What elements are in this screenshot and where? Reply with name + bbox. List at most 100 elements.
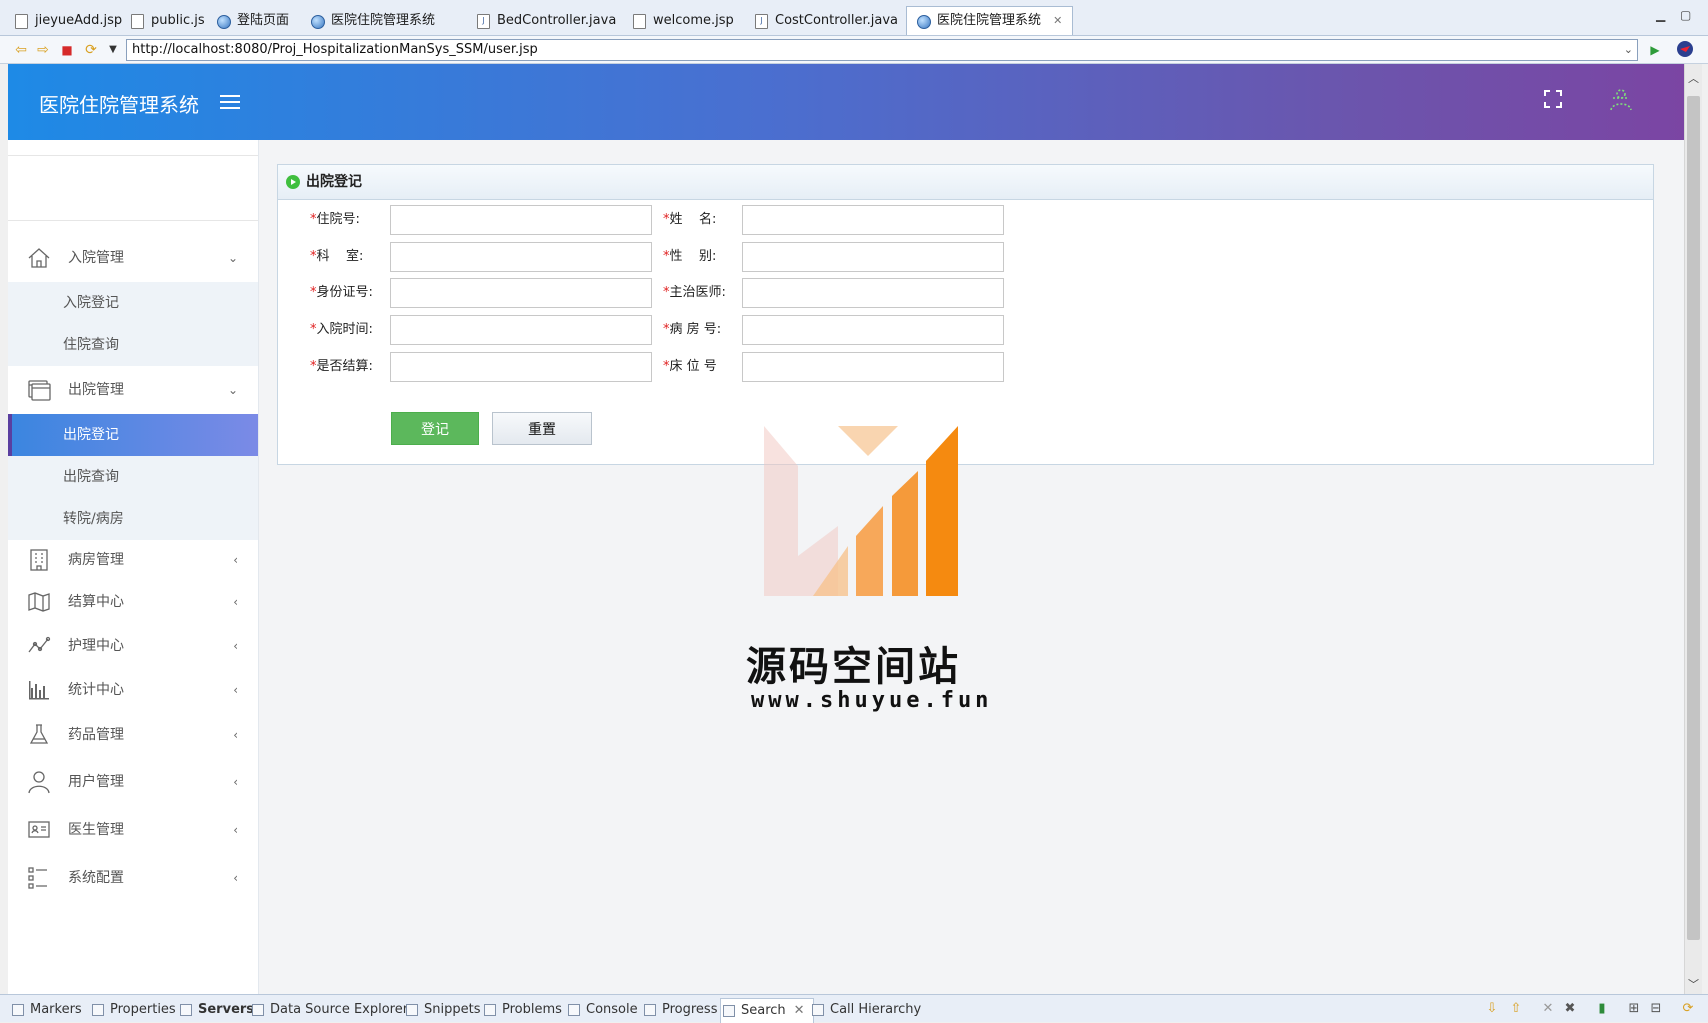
- scrollbar-thumb[interactable]: [1687, 96, 1700, 940]
- scroll-up-icon[interactable]: ︿: [1688, 70, 1699, 86]
- snippets-icon: [406, 1004, 418, 1016]
- remove-match-icon[interactable]: ✕: [1540, 1001, 1556, 1017]
- chevron-left-icon: ‹: [233, 639, 238, 653]
- editor-tab-hospital-system[interactable]: 医院住院管理系统: [300, 6, 446, 35]
- editor-tab-label: public.js: [151, 13, 205, 28]
- view-tab-servers[interactable]: Servers: [178, 1000, 254, 1020]
- back-arrow-icon[interactable]: ⇦: [12, 41, 30, 59]
- register-button[interactable]: 登记: [391, 412, 479, 445]
- remove-all-matches-icon[interactable]: ✖: [1562, 1001, 1578, 1017]
- bed-no-input[interactable]: [742, 352, 1004, 382]
- sidebar-item-billing[interactable]: 结算中心 ‹: [8, 580, 258, 624]
- forward-arrow-icon[interactable]: ⇨: [34, 41, 52, 59]
- editor-tab-bedcontroller[interactable]: J BedController.java: [466, 6, 627, 35]
- sidebar-subitem-discharge-register[interactable]: 出院登记: [8, 414, 258, 456]
- id-number-input[interactable]: [390, 278, 652, 308]
- stop-icon[interactable]: ■: [58, 41, 76, 59]
- console-icon: [568, 1004, 580, 1016]
- app-title: 医院住院管理系统: [39, 93, 199, 117]
- inpatient-no-input[interactable]: [390, 205, 652, 235]
- editor-tab-welcome-jsp[interactable]: welcome.jsp: [622, 6, 745, 35]
- fullscreen-icon[interactable]: [1544, 90, 1562, 108]
- sidebar-logo-area: [8, 155, 258, 221]
- view-tab-snippets[interactable]: Snippets: [404, 1000, 480, 1020]
- view-tab-markers[interactable]: Markers: [10, 1000, 82, 1020]
- next-match-icon[interactable]: ⇩: [1484, 1001, 1500, 1017]
- admission-time-input[interactable]: [390, 315, 652, 345]
- browser-globe-icon: [311, 15, 325, 29]
- sidebar-subitem-discharge-query[interactable]: 出院查询: [8, 456, 258, 498]
- sidebar-item-doctors[interactable]: 医生管理 ‹: [8, 806, 258, 854]
- field-label-settled: *是否结算:: [310, 359, 373, 374]
- jsp-file-icon: [633, 14, 646, 29]
- line-chart-icon: [28, 636, 51, 653]
- view-tab-search[interactable]: Search ✕: [720, 998, 814, 1023]
- sidebar-item-users[interactable]: 用户管理 ‹: [8, 758, 258, 806]
- editor-tab-costcontroller[interactable]: J CostController.java: [744, 6, 909, 35]
- maximize-icon[interactable]: ▢: [1680, 8, 1691, 22]
- scroll-down-icon[interactable]: ﹀: [1688, 976, 1699, 992]
- refresh-search-icon[interactable]: ⟳: [1680, 1001, 1696, 1017]
- chevron-left-icon: ‹: [233, 595, 238, 609]
- user-avatar-icon[interactable]: [1608, 86, 1634, 112]
- browser-menu-icon[interactable]: [1676, 40, 1694, 58]
- editor-tab-hospital-system-active[interactable]: 医院住院管理系统 ✕: [906, 6, 1074, 35]
- expand-all-icon[interactable]: ⊞: [1626, 1001, 1642, 1017]
- chevron-left-icon: ‹: [233, 553, 238, 567]
- reset-button[interactable]: 重置: [492, 412, 592, 445]
- ward-no-input[interactable]: [742, 315, 1004, 345]
- collapse-all-icon[interactable]: ⊟: [1648, 1001, 1664, 1017]
- sidebar-item-ward[interactable]: 病房管理 ‹: [8, 540, 258, 580]
- close-view-icon[interactable]: ✕: [794, 1003, 805, 1018]
- flask-icon: [29, 724, 49, 744]
- refresh-icon[interactable]: ⟳: [82, 41, 100, 59]
- sidebar-item-admission[interactable]: 入院管理 ⌄: [8, 234, 258, 282]
- sidebar-item-label: 统计中心: [68, 682, 124, 698]
- close-tab-icon[interactable]: ✕: [1053, 14, 1062, 27]
- form-row-2: *科 室: *性 别:: [278, 242, 1178, 272]
- ide-editor-tabs: jieyueAdd.jsp public.js 登陆页面 医院住院管理系统 J …: [0, 0, 1708, 36]
- name-input[interactable]: [742, 205, 1004, 235]
- minimize-icon[interactable]: ▁: [1656, 8, 1665, 22]
- view-tab-properties[interactable]: Properties: [90, 1000, 176, 1020]
- editor-tab-jieyueadd[interactable]: jieyueAdd.jsp: [4, 6, 133, 35]
- sidebar-subitem-transfer[interactable]: 转院/病房: [8, 498, 258, 540]
- sidebar-subitem-admission-register[interactable]: 入院登记: [8, 282, 258, 324]
- sidebar-item-label: 系统配置: [68, 870, 124, 886]
- field-label-bed-no: *床 位 号: [663, 359, 717, 374]
- field-label-admission-time: *入院时间:: [310, 322, 373, 337]
- gender-input[interactable]: [742, 242, 1004, 272]
- jsp-file-icon: [15, 14, 28, 29]
- search-history-icon[interactable]: ▮: [1594, 1001, 1610, 1017]
- view-tab-console[interactable]: Console: [566, 1000, 638, 1020]
- sidebar-subitem-inpatient-query[interactable]: 住院查询: [8, 324, 258, 366]
- nav-dropdown-icon[interactable]: ▼: [104, 41, 122, 59]
- sidebar-item-nursing[interactable]: 护理中心 ‹: [8, 624, 258, 668]
- previous-match-icon[interactable]: ⇧: [1508, 1001, 1524, 1017]
- attending-doctor-input[interactable]: [742, 278, 1004, 308]
- page-scrollbar[interactable]: ︿ ﹀: [1684, 64, 1702, 994]
- chevron-left-icon: ‹: [233, 683, 238, 697]
- settled-input[interactable]: [390, 352, 652, 382]
- editor-tab-login-page[interactable]: 登陆页面: [206, 6, 300, 35]
- id-card-icon: [28, 821, 50, 838]
- browser-globe-icon: [917, 15, 931, 29]
- list-icon: [28, 867, 47, 889]
- sidebar-item-settings[interactable]: 系统配置 ‹: [8, 854, 258, 902]
- view-tab-data-source-explorer[interactable]: Data Source Explorer: [250, 1000, 408, 1020]
- department-input[interactable]: [390, 242, 652, 272]
- view-tab-problems[interactable]: Problems: [482, 1000, 562, 1020]
- js-file-icon: [131, 14, 144, 29]
- url-field[interactable]: http://localhost:8080/Proj_Hospitalizati…: [126, 39, 1638, 61]
- sidebar-item-statistics[interactable]: 统计中心 ‹: [8, 668, 258, 712]
- menu-toggle-icon[interactable]: [220, 95, 240, 109]
- sidebar-item-medicine[interactable]: 药品管理 ‹: [8, 712, 258, 758]
- bar-chart-icon: [29, 681, 49, 700]
- sidebar-item-discharge[interactable]: 出院管理 ⌄: [8, 366, 258, 414]
- editor-tab-public-js[interactable]: public.js: [120, 6, 216, 35]
- chevron-left-icon: ‹: [233, 871, 238, 885]
- view-tab-progress[interactable]: Progress: [642, 1000, 717, 1020]
- url-dropdown-icon[interactable]: ⌄: [1624, 40, 1633, 60]
- go-icon[interactable]: ▶: [1646, 41, 1664, 59]
- view-tab-call-hierarchy[interactable]: Call Hierarchy: [810, 1000, 921, 1020]
